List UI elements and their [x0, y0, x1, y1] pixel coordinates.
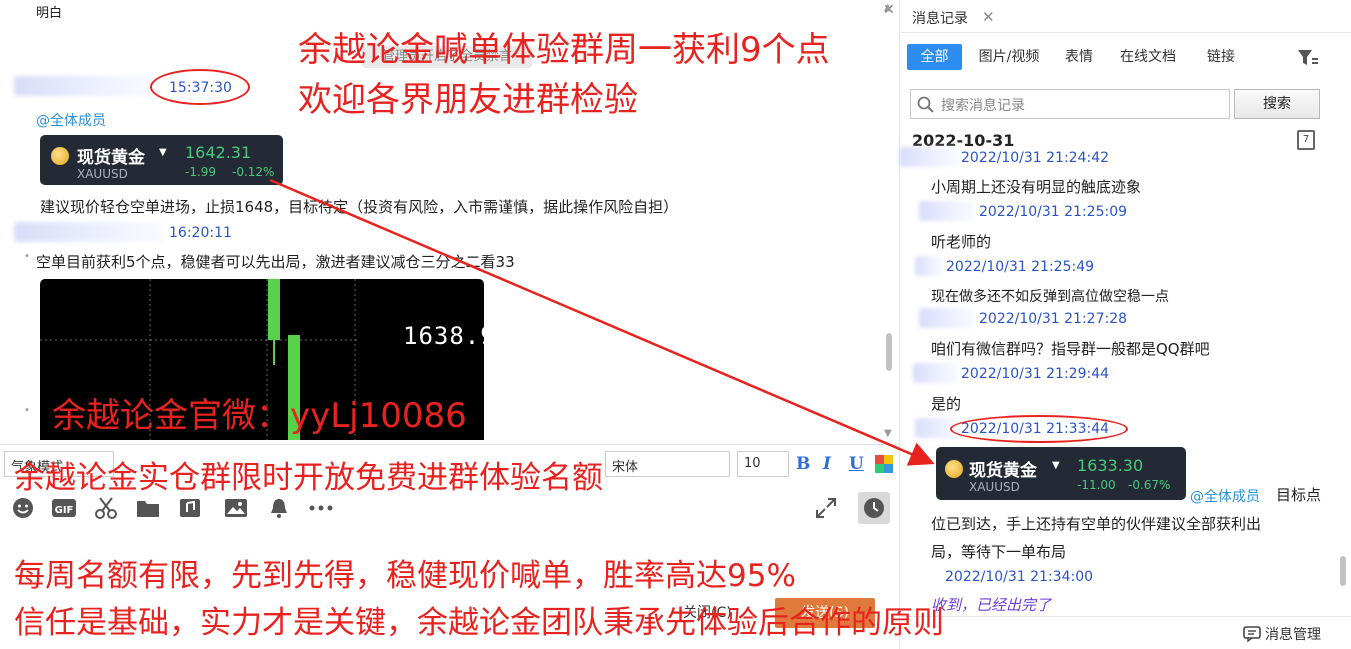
folder-icon[interactable]	[136, 496, 160, 520]
message-time: 2022/10/31 21:34:00	[945, 569, 1094, 585]
message-time: 2022/10/31 21:29:44	[961, 366, 1110, 382]
tab-message-history[interactable]: 消息记录	[912, 8, 968, 28]
gold-quote-card[interactable]: 现货黄金 ▼ XAUUSD 1642.31 -1.99 -0.12%	[40, 135, 283, 185]
history-message: 局，等待下一单布局	[931, 543, 1067, 561]
mention-all[interactable]: @全体成员	[1190, 486, 1260, 506]
chat-message: 建议现价轻仓空单进场，止损1648，目标待定（投资有风险，入市需谨慎，据此操作风…	[40, 198, 679, 216]
sender-name-blurred	[919, 201, 974, 221]
music-icon[interactable]	[178, 496, 202, 520]
message-time: 2022/10/31 21:27:28	[979, 311, 1128, 327]
search-icon	[917, 96, 935, 114]
filter-tab-stickers[interactable]: 表情	[1059, 44, 1099, 70]
chat-bubble-icon	[1243, 626, 1261, 643]
font-select[interactable]: 宋体	[605, 451, 730, 477]
quote-price: 1642.31	[185, 143, 252, 162]
sender-name-blurred	[899, 147, 959, 167]
history-message: 是的	[931, 395, 962, 413]
quote-change-pct: -0.67%	[1128, 478, 1171, 492]
history-message: 听老师的	[931, 233, 992, 251]
history-message: 位已到达，手上还持有空单的伙伴建议全部获利出	[931, 515, 1262, 533]
sender-name-blurred	[913, 363, 958, 383]
promo-subline: 欢迎各界朋友进群检验	[298, 80, 638, 120]
caret-down-icon: ▼	[1052, 460, 1060, 471]
expand-icon[interactable]	[814, 496, 838, 520]
mention-all[interactable]: @全体成员	[36, 110, 106, 130]
chat-message: 空单目前获利5个点，稳健者可以先出局，激进者建议减仓三分之二看33	[36, 253, 515, 271]
message-time: 2022/10/31 21:25:49	[946, 259, 1095, 275]
scroll-up-icon[interactable]: ▲	[884, 2, 892, 13]
promo-contact: 余越论金官微：yyLj10086	[52, 396, 467, 436]
history-clock-button[interactable]	[858, 492, 890, 524]
calendar-icon[interactable]: 7	[1297, 130, 1315, 150]
filter-tab-docs[interactable]: 在线文档	[1113, 44, 1183, 70]
filter-tab-media[interactable]: 图片/视频	[969, 44, 1049, 70]
close-icon[interactable]: ✕	[982, 8, 995, 26]
scroll-down-icon[interactable]: ▼	[884, 428, 892, 439]
font-size-select[interactable]: 10	[737, 451, 789, 477]
promo-trust: 信任是基础，实力才是关键，余越论金团队秉承先体验后合作的原则	[14, 605, 944, 641]
sender-name-blurred	[919, 308, 974, 328]
quote-change-pct: -0.12%	[232, 165, 275, 179]
bullet-icon: •	[24, 251, 30, 262]
highlight-ellipse	[150, 69, 250, 105]
scrollbar-thumb[interactable]	[1340, 556, 1346, 586]
message-time: 2022/10/31 21:24:42	[961, 150, 1110, 166]
scrollbar-thumb[interactable]	[886, 333, 892, 371]
image-icon[interactable]	[224, 496, 248, 520]
history-message: 咱们有微信群吗？指导群一般都是QQ群吧	[931, 340, 1210, 358]
filter-funnel-icon[interactable]	[1297, 48, 1319, 68]
search-input[interactable]: 搜索消息记录	[910, 89, 1230, 119]
gold-coin-icon	[945, 460, 963, 478]
history-message: 收到，已经出完了	[931, 596, 1052, 614]
divider	[901, 616, 1351, 617]
promo-headline: 余越论金喊单体验群周一获利9个点	[298, 30, 830, 70]
history-message: 目标点	[1276, 486, 1322, 504]
sender-name-blurred	[14, 76, 154, 96]
quote-code: XAUUSD	[77, 167, 128, 181]
chart-price-label: 1638.90	[403, 322, 484, 350]
italic-button[interactable]: I	[823, 454, 831, 474]
quote-change: -1.99	[185, 165, 217, 179]
gold-quote-card[interactable]: 现货黄金 ▼ XAUUSD 1633.30 -11.00 -0.67%	[936, 447, 1186, 500]
message-history-panel: 消息记录 ✕ 全部 图片/视频 表情 在线文档 链接 搜索消息记录 搜索 202…	[899, 0, 1351, 649]
gold-coin-icon	[51, 147, 69, 165]
message-manage-button[interactable]: 消息管理	[1265, 624, 1321, 644]
filter-tab-all[interactable]: 全部	[907, 44, 962, 70]
message-time: 2022/10/31 21:25:09	[979, 204, 1128, 220]
more-icon[interactable]	[307, 496, 333, 520]
underline-button[interactable]: U	[849, 454, 864, 474]
svg-text:GIF: GIF	[55, 505, 74, 516]
quote-code: XAUUSD	[969, 480, 1020, 494]
divider	[901, 32, 1351, 33]
message-time: 16:20:11	[169, 225, 232, 241]
bold-button[interactable]: B	[796, 454, 810, 474]
history-message: 小周期上还没有明显的触底迹象	[931, 178, 1142, 196]
chat-text-top: 明白	[36, 6, 63, 21]
quote-price: 1633.30	[1077, 456, 1144, 475]
bullet-icon: •	[24, 405, 30, 416]
search-button[interactable]: 搜索	[1234, 89, 1320, 119]
promo-quota: 每周名额有限，先到先得，稳健现价喊单，胜率高达95%	[14, 558, 796, 594]
history-message: 现在做多还不如反弹到高位做空稳一点	[931, 289, 1169, 305]
caret-down-icon: ▼	[159, 147, 167, 158]
emoji-icon[interactable]	[11, 496, 35, 520]
filter-tab-links[interactable]: 链接	[1195, 44, 1247, 70]
gif-icon[interactable]: GIF	[51, 496, 76, 520]
quote-name: 现货黄金	[969, 461, 1037, 481]
color-palette-icon[interactable]	[875, 455, 893, 473]
promo-offer: 余越论金实仓群限时开放免费进群体验名额	[14, 460, 603, 496]
quote-change: -11.00	[1077, 478, 1116, 492]
scissors-icon[interactable]	[94, 496, 118, 520]
bell-icon[interactable]	[267, 496, 291, 520]
highlight-ellipse	[950, 415, 1128, 443]
sender-name-blurred	[14, 222, 164, 242]
quote-name: 现货黄金	[77, 148, 145, 168]
sender-name-blurred	[915, 256, 943, 276]
